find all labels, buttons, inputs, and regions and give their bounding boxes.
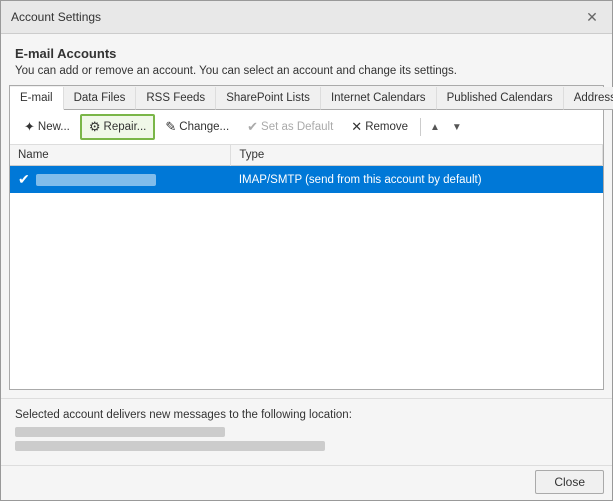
set-default-button[interactable]: ✔ Set as Default <box>239 115 341 139</box>
default-account-icon: ✔ <box>18 171 30 188</box>
new-button-label: New... <box>38 121 70 133</box>
new-button[interactable]: ✦ New... <box>16 115 78 139</box>
repair-icon: ⚙ <box>89 119 101 135</box>
tab-published-calendars[interactable]: Published Calendars <box>437 87 564 110</box>
check-icon: ✔ <box>247 119 258 135</box>
column-type-header: Type <box>231 145 603 166</box>
close-button[interactable]: Close <box>535 470 604 494</box>
account-type-cell: IMAP/SMTP (send from this account by def… <box>231 166 603 194</box>
accounts-table-area: Name Type ✔ IMAP/SMTP (send from this ac… <box>10 145 603 389</box>
tab-internet-calendars[interactable]: Internet Calendars <box>321 87 437 110</box>
repair-button-label: Repair... <box>104 121 147 133</box>
remove-button[interactable]: ✕ Remove <box>343 115 416 139</box>
header-title: E-mail Accounts <box>15 46 598 61</box>
change-button[interactable]: ✎ Change... <box>157 115 237 139</box>
account-name-cell: ✔ <box>10 166 231 194</box>
footer-label: Selected account delivers new messages t… <box>15 409 598 421</box>
accounts-table: Name Type ✔ IMAP/SMTP (send from this ac… <box>10 145 603 193</box>
column-name-header: Name <box>10 145 231 166</box>
tabs-container: E-mail Data Files RSS Feeds SharePoint L… <box>9 85 604 390</box>
toolbar-separator <box>420 118 421 136</box>
footer-area: Selected account delivers new messages t… <box>1 398 612 465</box>
header-area: E-mail Accounts You can add or remove an… <box>1 34 612 85</box>
footer-line-1 <box>15 427 225 437</box>
set-default-label: Set as Default <box>261 121 333 133</box>
down-arrow-icon: ▼ <box>452 122 462 133</box>
footer-line-2 <box>15 441 325 451</box>
window-title: Account Settings <box>11 10 101 24</box>
repair-button[interactable]: ⚙ Repair... <box>80 114 155 140</box>
table-header-row: Name Type <box>10 145 603 166</box>
tab-email[interactable]: E-mail <box>10 87 64 110</box>
remove-icon: ✕ <box>351 119 362 135</box>
change-button-label: Change... <box>179 121 229 133</box>
account-name-blurred <box>36 174 156 186</box>
move-down-button[interactable]: ▼ <box>447 118 467 137</box>
toolbar: ✦ New... ⚙ Repair... ✎ Change... ✔ Set a… <box>10 110 603 145</box>
tab-rss-feeds[interactable]: RSS Feeds <box>136 87 216 110</box>
account-settings-window: Account Settings ✕ E-mail Accounts You c… <box>0 0 613 501</box>
close-area: Close <box>1 465 612 500</box>
tab-data-files[interactable]: Data Files <box>64 87 137 110</box>
up-arrow-icon: ▲ <box>430 122 440 133</box>
new-icon: ✦ <box>24 119 35 135</box>
remove-button-label: Remove <box>365 121 408 133</box>
window-close-button[interactable]: ✕ <box>582 7 602 27</box>
tabs-row: E-mail Data Files RSS Feeds SharePoint L… <box>10 86 603 110</box>
change-icon: ✎ <box>165 119 176 135</box>
table-row[interactable]: ✔ IMAP/SMTP (send from this account by d… <box>10 166 603 194</box>
tab-sharepoint-lists[interactable]: SharePoint Lists <box>216 87 321 110</box>
move-up-button[interactable]: ▲ <box>425 118 445 137</box>
tab-address-books[interactable]: Address Books <box>564 87 613 110</box>
header-description: You can add or remove an account. You ca… <box>15 65 598 77</box>
title-bar: Account Settings ✕ <box>1 1 612 34</box>
